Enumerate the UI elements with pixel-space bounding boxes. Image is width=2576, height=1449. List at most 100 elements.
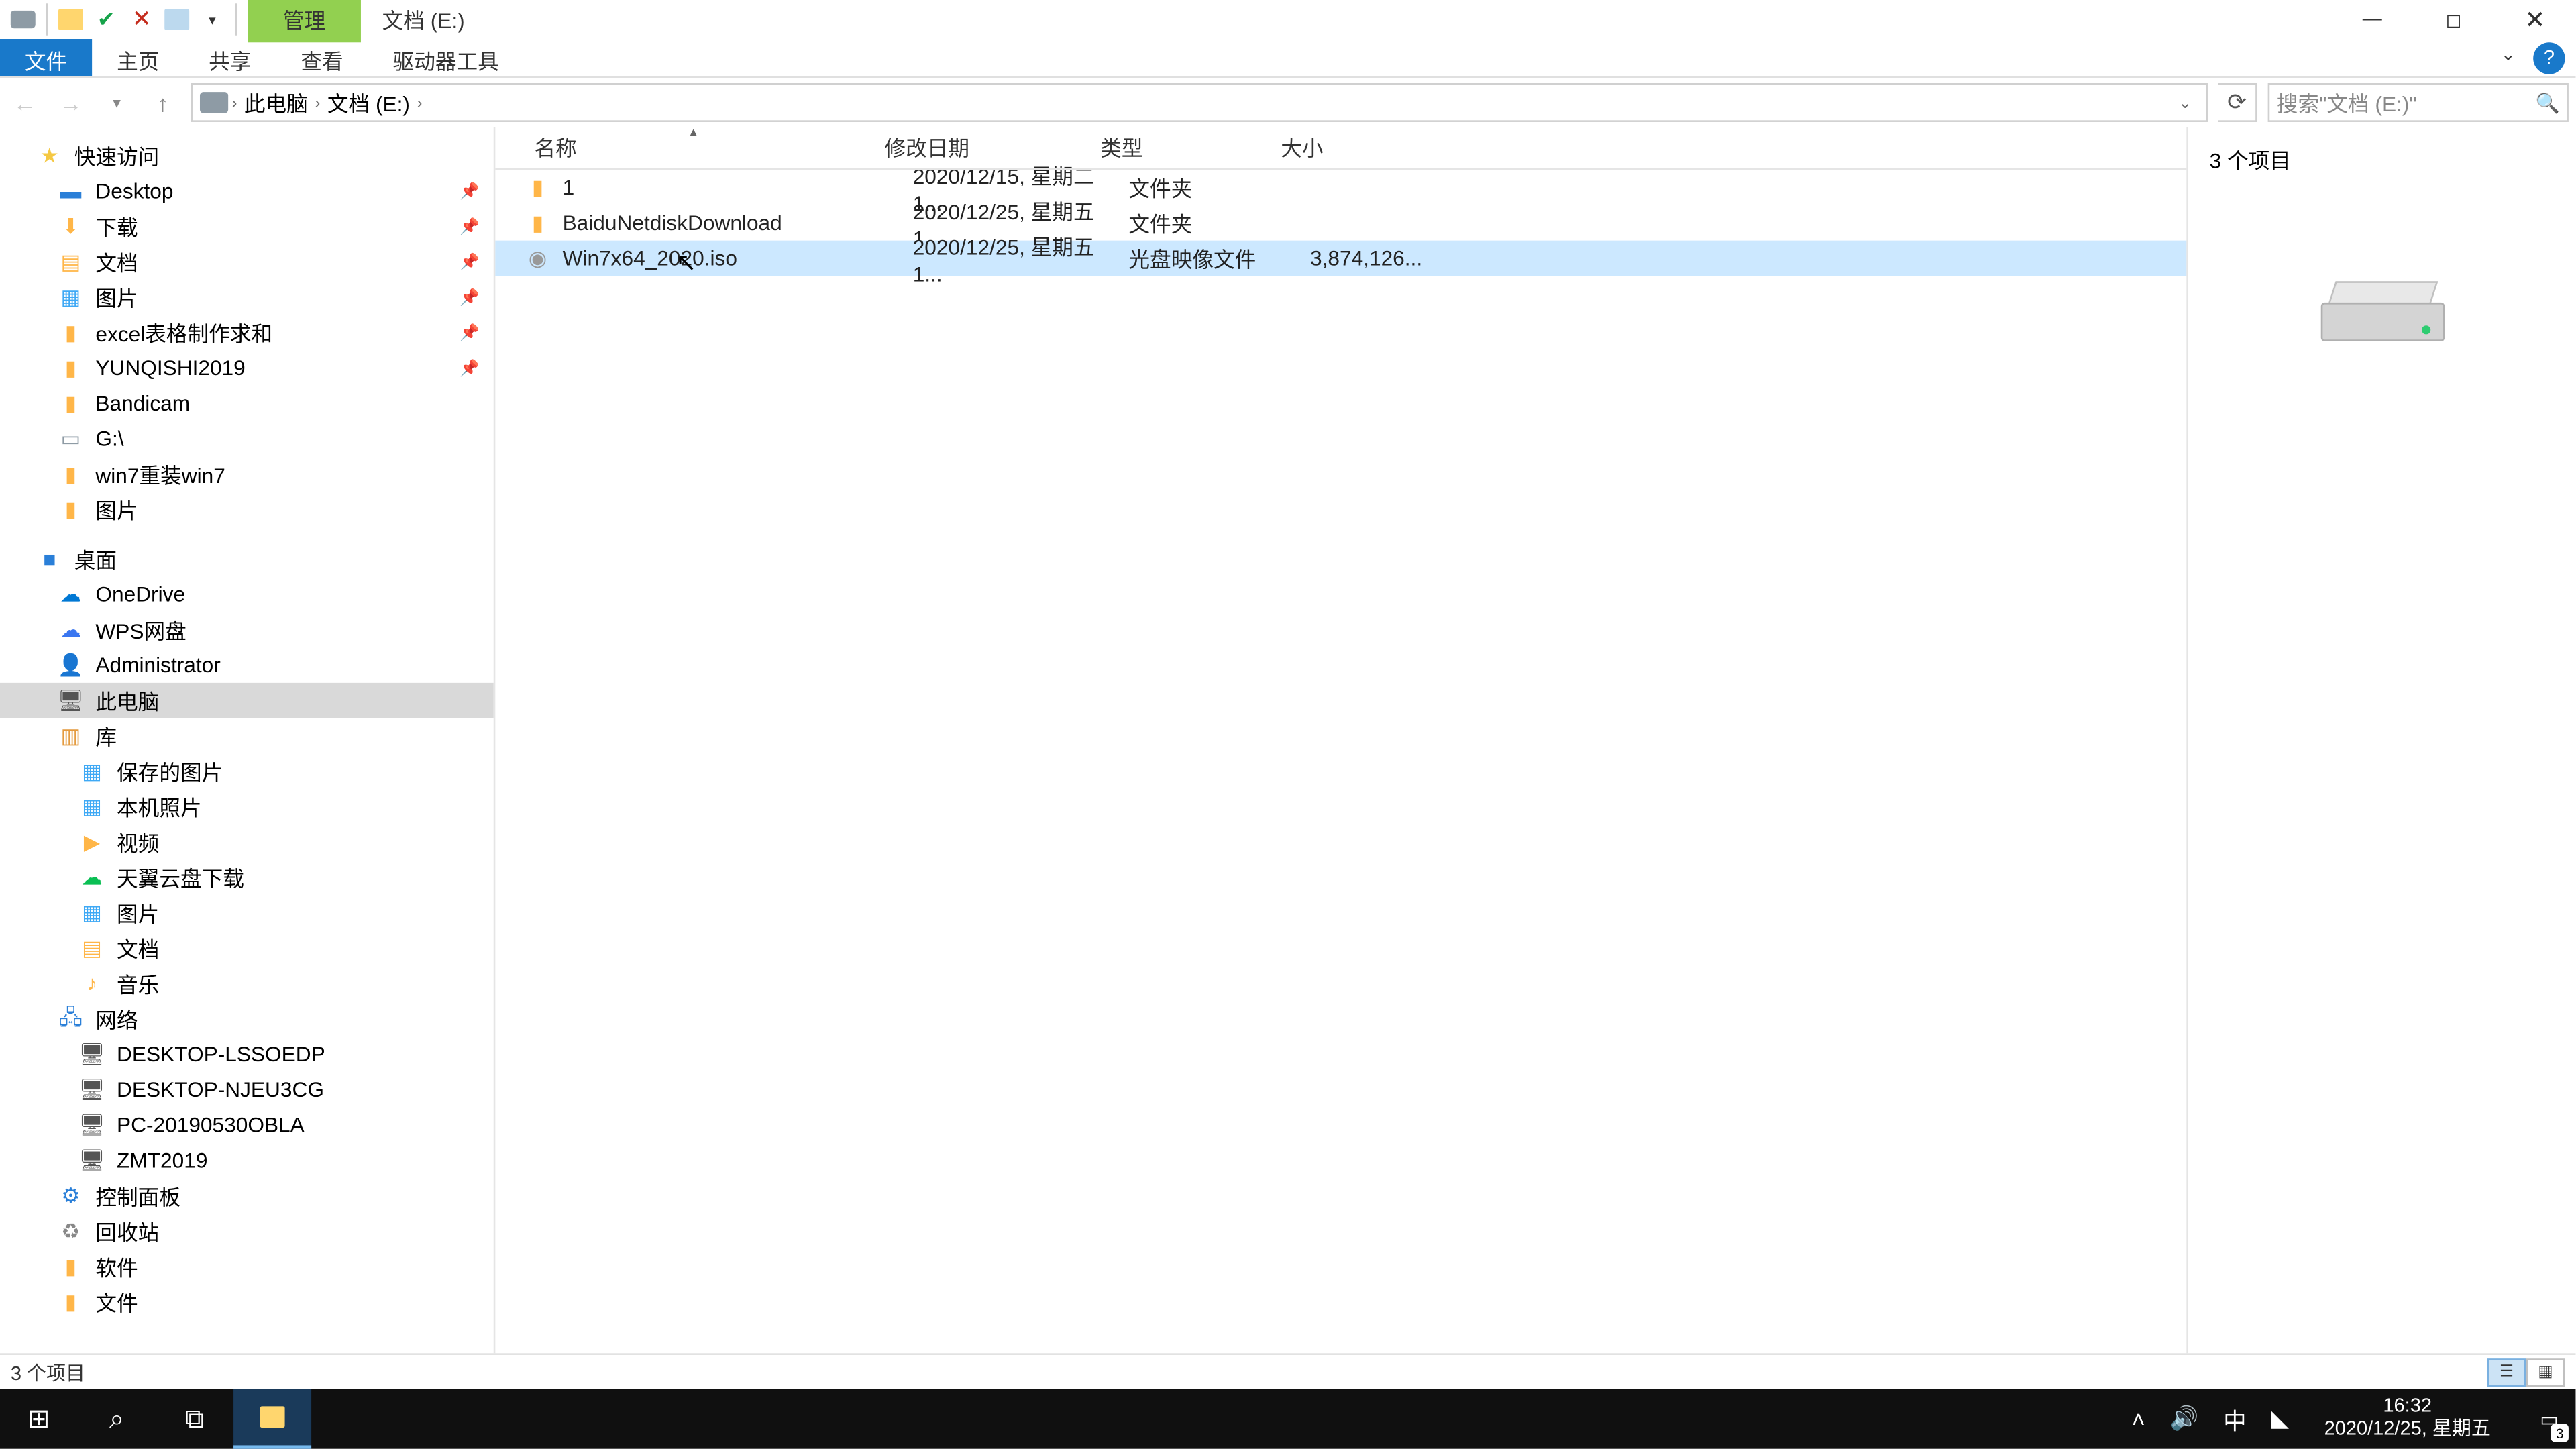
- start-button[interactable]: ⊞: [0, 1389, 78, 1449]
- sidebar-item-yunqishi[interactable]: ▮YUNQISHI2019📌: [0, 350, 494, 386]
- tray-app-icon[interactable]: ◣: [2271, 1405, 2288, 1433]
- user-icon: 👤: [56, 653, 85, 678]
- sidebar-wps[interactable]: ☁WPS网盘: [0, 612, 494, 647]
- status-bar: 3 个项目 ☰ ▦: [0, 1353, 2575, 1389]
- file-name: 1: [563, 175, 913, 200]
- tray-overflow-icon[interactable]: ˄: [2132, 1405, 2145, 1432]
- file-row[interactable]: ▮ 1 2020/12/15, 星期二 1... 文件夹: [495, 170, 2186, 205]
- up-button[interactable]: ↑: [145, 85, 180, 121]
- qat-properties-icon[interactable]: ✔: [90, 3, 121, 35]
- sidebar-this-pc[interactable]: 🖥此电脑: [0, 683, 494, 718]
- tab-view[interactable]: 查看: [276, 39, 368, 76]
- search-input[interactable]: 搜索"文档 (E:)" 🔍: [2268, 83, 2569, 122]
- sidebar-lib-pictures[interactable]: ▦图片: [0, 895, 494, 930]
- sidebar-net-pc4[interactable]: 🖥ZMT2019: [0, 1143, 494, 1179]
- sidebar-files[interactable]: ▮文件: [0, 1284, 494, 1320]
- minimize-button[interactable]: —: [2332, 0, 2413, 39]
- tab-share[interactable]: 共享: [184, 39, 276, 76]
- crumb-this-pc[interactable]: 此电脑: [241, 88, 312, 118]
- forward-button[interactable]: →: [53, 85, 89, 121]
- recent-locations-icon[interactable]: ▾: [99, 85, 135, 121]
- address-history-icon[interactable]: ⌄: [2171, 93, 2199, 112]
- close-button[interactable]: ✕: [2494, 0, 2575, 39]
- picture-icon: ▦: [56, 285, 85, 310]
- taskbar-clock[interactable]: 16:32 2020/12/25, 星期五: [2314, 1395, 2502, 1442]
- sidebar-desktop-root[interactable]: ■桌面: [0, 541, 494, 577]
- sidebar-item-win7[interactable]: ▮win7重装win7: [0, 456, 494, 492]
- action-center-button[interactable]: ▭ 3: [2526, 1389, 2573, 1449]
- view-thumbnails-button[interactable]: ▦: [2526, 1358, 2565, 1386]
- crumb-location[interactable]: 文档 (E:): [324, 88, 414, 118]
- sidebar-recycle[interactable]: ♻回收站: [0, 1214, 494, 1249]
- sidebar-control-panel[interactable]: ⚙控制面板: [0, 1178, 494, 1214]
- qat-customize-icon[interactable]: ▾: [197, 3, 228, 35]
- app-icon[interactable]: [7, 3, 39, 35]
- task-view-button[interactable]: ⧉: [156, 1389, 233, 1449]
- sidebar-lib-camera[interactable]: ▦本机照片: [0, 789, 494, 824]
- music-icon: ♪: [78, 971, 106, 996]
- sidebar-lib-docs[interactable]: ▤文档: [0, 930, 494, 966]
- chevron-right-icon[interactable]: ›: [417, 94, 423, 111]
- expand-ribbon-icon[interactable]: ⌄: [2490, 39, 2526, 76]
- view-details-button[interactable]: ☰: [2487, 1358, 2526, 1386]
- file-row[interactable]: ▮ BaiduNetdiskDownload 2020/12/25, 星期五 1…: [495, 205, 2186, 241]
- sidebar-item-pictures[interactable]: ▦图片📌: [0, 280, 494, 315]
- sidebar-lib-music[interactable]: ♪音乐: [0, 966, 494, 1002]
- search-icon[interactable]: 🔍: [2536, 91, 2560, 114]
- drive-icon: ▭: [56, 427, 85, 451]
- col-type[interactable]: 类型: [1100, 133, 1281, 163]
- back-button[interactable]: ←: [7, 85, 43, 121]
- ime-icon[interactable]: 中: [2223, 1402, 2246, 1436]
- folder-icon: ▮: [56, 391, 85, 416]
- sidebar-onedrive[interactable]: ☁OneDrive: [0, 577, 494, 612]
- qat-new-folder-icon[interactable]: [161, 3, 193, 35]
- sidebar-lib-savedpics[interactable]: ▦保存的图片: [0, 753, 494, 789]
- network-icon: 🖧: [56, 1006, 85, 1031]
- drive-thumbnail-icon: [2320, 281, 2444, 345]
- sidebar-libraries[interactable]: ▥库: [0, 718, 494, 754]
- chevron-right-icon[interactable]: ›: [315, 94, 320, 111]
- recycle-icon: ♻: [56, 1219, 85, 1244]
- help-icon[interactable]: ?: [2533, 42, 2565, 74]
- sidebar-net-pc3[interactable]: 🖥PC-20190530OBLA: [0, 1108, 494, 1143]
- sidebar-item-pic2[interactable]: ▮图片: [0, 492, 494, 527]
- navigation-pane: ★快速访问 ▬Desktop📌 ⬇下载📌 ▤文档📌 ▦图片📌 ▮excel表格制…: [0, 127, 495, 1353]
- sidebar-lib-video[interactable]: ▶视频: [0, 824, 494, 860]
- col-date[interactable]: 修改日期: [885, 133, 1101, 163]
- library-icon: ▥: [56, 724, 85, 749]
- qat-folder-icon[interactable]: [55, 3, 87, 35]
- status-item-count: 3 个项目: [11, 1358, 85, 1386]
- maximize-button[interactable]: ◻: [2413, 0, 2494, 39]
- sidebar-quick-access[interactable]: ★快速访问: [0, 138, 494, 174]
- sidebar-lib-tianyi[interactable]: ☁天翼云盘下载: [0, 860, 494, 896]
- refresh-button[interactable]: ⟳: [2218, 83, 2257, 122]
- folder-icon: ▮: [56, 497, 85, 522]
- tab-drive-tools[interactable]: 驱动器工具: [368, 39, 524, 76]
- taskbar-explorer[interactable]: [233, 1389, 311, 1449]
- breadcrumb[interactable]: › 此电脑 › 文档 (E:) › ⌄: [191, 83, 2208, 122]
- sidebar-network[interactable]: 🖧网络: [0, 1002, 494, 1037]
- tab-file[interactable]: 文件: [0, 39, 92, 76]
- sidebar-item-gdrive[interactable]: ▭G:\: [0, 421, 494, 457]
- contextual-tab-manage[interactable]: 管理: [248, 0, 361, 42]
- sidebar-item-desktop[interactable]: ▬Desktop📌: [0, 173, 494, 209]
- sort-indicator-icon: ▴: [690, 127, 697, 140]
- sidebar-item-excel[interactable]: ▮excel表格制作求和📌: [0, 315, 494, 350]
- sidebar-net-pc2[interactable]: 🖥DESKTOP-NJEU3CG: [0, 1072, 494, 1108]
- volume-icon[interactable]: 🔊: [2170, 1405, 2199, 1433]
- chevron-right-icon[interactable]: ›: [231, 94, 237, 111]
- taskbar: ⊞ ⌕ ⧉ ˄ 🔊 中 ◣ 16:32 2020/12/25, 星期五 ▭ 3: [0, 1389, 2575, 1449]
- file-row[interactable]: ◉ Win7x64_2020.iso 2020/12/25, 星期五 1... …: [495, 241, 2186, 276]
- file-date: 2020/12/25, 星期五 1...: [913, 231, 1129, 286]
- search-button[interactable]: ⌕: [78, 1389, 156, 1449]
- sidebar-item-bandicam[interactable]: ▮Bandicam: [0, 386, 494, 421]
- sidebar-item-downloads[interactable]: ⬇下载📌: [0, 209, 494, 244]
- sidebar-user[interactable]: 👤Administrator: [0, 647, 494, 683]
- sidebar-net-pc1[interactable]: 🖥DESKTOP-LSSOEDP: [0, 1036, 494, 1072]
- col-size[interactable]: 大小: [1281, 133, 1394, 163]
- download-icon: ⬇: [56, 214, 85, 239]
- sidebar-item-documents[interactable]: ▤文档📌: [0, 244, 494, 280]
- tab-home[interactable]: 主页: [92, 39, 184, 76]
- sidebar-software[interactable]: ▮软件: [0, 1249, 494, 1285]
- qat-close-icon[interactable]: ✕: [125, 3, 157, 35]
